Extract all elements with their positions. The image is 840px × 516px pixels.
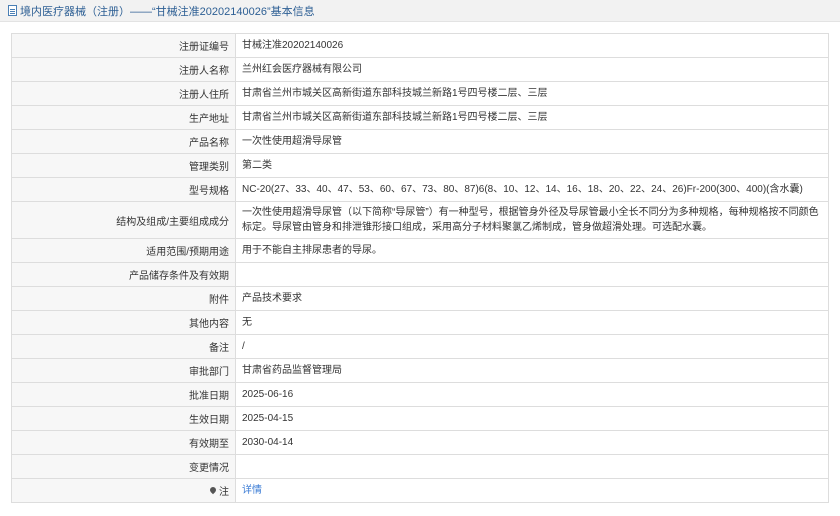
table-row-note: 注 详情 xyxy=(12,479,829,503)
table-row-registrant-address: 注册人住所 甘肃省兰州市城关区高新街道东部科技城兰新路1号四号楼二层、三层 xyxy=(12,82,829,106)
expiry-date-value: 2030-04-14 xyxy=(242,437,294,448)
row-value: 一次性使用超滑导尿管（以下简称“导尿管”）有一种型号，根据管身外径及导尿管最小全… xyxy=(236,202,829,238)
info-table: 注册证编号 甘械注准20202140026 注册人名称 兰州红会医疗器械有限公司… xyxy=(11,33,829,503)
row-label: 型号规格 xyxy=(12,178,236,201)
row-label: 产品储存条件及有效期 xyxy=(12,263,236,286)
table-row-approval-date: 批准日期 2025-06-16 xyxy=(12,383,829,407)
table-row-other-content: 其他内容 无 xyxy=(12,311,829,335)
row-label: 生效日期 xyxy=(12,407,236,430)
row-value: 甘械注准20202140026 xyxy=(236,34,829,57)
table-row-management-category: 管理类别 第二类 xyxy=(12,154,829,178)
row-label: 管理类别 xyxy=(12,154,236,177)
row-value: 兰州红会医疗器械有限公司 xyxy=(236,58,829,81)
row-label: 产品名称 xyxy=(12,130,236,153)
remarks-value: / xyxy=(242,341,245,352)
page-title: 境内医疗器械（注册）——“甘械注准20202140026”基本信息 xyxy=(20,5,315,18)
row-value: 详情 xyxy=(236,479,829,502)
document-icon xyxy=(8,5,17,16)
page-header: 境内医疗器械（注册）——“甘械注准20202140026”基本信息 xyxy=(0,0,840,22)
table-row-storage-validity: 产品储存条件及有效期 xyxy=(12,263,829,287)
registrant-address-value: 甘肃省兰州市城关区高新街道东部科技城兰新路1号四号楼二层、三层 xyxy=(242,88,548,99)
row-value: 甘肃省兰州市城关区高新街道东部科技城兰新路1号四号楼二层、三层 xyxy=(236,106,829,129)
row-label: 生产地址 xyxy=(12,106,236,129)
approval-date-value: 2025-06-16 xyxy=(242,389,294,400)
pin-icon xyxy=(208,485,218,494)
row-value: 无 xyxy=(236,311,829,334)
table-row-remarks: 备注 / xyxy=(12,335,829,359)
table-row-product-name: 产品名称 一次性使用超滑导尿管 xyxy=(12,130,829,154)
model-spec-value: NC-20(27、33、40、47、53、60、67、73、80、87)6(8、… xyxy=(242,184,803,195)
table-row-effective-date: 生效日期 2025-04-15 xyxy=(12,407,829,431)
row-label: 注 xyxy=(12,479,236,502)
row-label: 注册证编号 xyxy=(12,34,236,57)
table-row-structure-composition: 结构及组成/主要组成成分 一次性使用超滑导尿管（以下简称“导尿管”）有一种型号，… xyxy=(12,202,829,239)
row-label: 附件 xyxy=(12,287,236,310)
row-value: NC-20(27、33、40、47、53、60、67、73、80、87)6(8、… xyxy=(236,178,829,201)
table-row-registrant-name: 注册人名称 兰州红会医疗器械有限公司 xyxy=(12,58,829,82)
row-value: 甘肃省兰州市城关区高新街道东部科技城兰新路1号四号楼二层、三层 xyxy=(236,82,829,105)
row-label: 变更情况 xyxy=(12,455,236,478)
note-label: 注 xyxy=(219,487,229,498)
table-row-attachment: 附件 产品技术要求 xyxy=(12,287,829,311)
row-value: 2030-04-14 xyxy=(236,431,829,454)
row-value: 用于不能自主排尿患者的导尿。 xyxy=(236,239,829,262)
row-value: 甘肃省药品监督管理局 xyxy=(236,359,829,382)
row-value: 2025-04-15 xyxy=(236,407,829,430)
row-label: 注册人住所 xyxy=(12,82,236,105)
table-row-expiry-date: 有效期至 2030-04-14 xyxy=(12,431,829,455)
row-value: 一次性使用超滑导尿管 xyxy=(236,130,829,153)
row-value: 产品技术要求 xyxy=(236,287,829,310)
table-row-approval-department: 审批部门 甘肃省药品监督管理局 xyxy=(12,359,829,383)
table-row-intended-use: 适用范围/预期用途 用于不能自主排尿患者的导尿。 xyxy=(12,239,829,263)
table-row-model-spec: 型号规格 NC-20(27、33、40、47、53、60、67、73、80、87… xyxy=(12,178,829,202)
other-content-value: 无 xyxy=(242,317,252,328)
product-name-value: 一次性使用超滑导尿管 xyxy=(242,136,342,147)
row-value xyxy=(236,263,829,286)
intended-use-value: 用于不能自主排尿患者的导尿。 xyxy=(242,245,382,256)
row-value: 第二类 xyxy=(236,154,829,177)
effective-date-value: 2025-04-15 xyxy=(242,413,294,424)
structure-composition-value: 一次性使用超滑导尿管（以下简称“导尿管”）有一种型号，根据管身外径及导尿管最小全… xyxy=(242,207,819,233)
row-label: 适用范围/预期用途 xyxy=(12,239,236,262)
approval-department-value: 甘肃省药品监督管理局 xyxy=(242,365,342,376)
attachment-value: 产品技术要求 xyxy=(242,293,302,304)
row-value: / xyxy=(236,335,829,358)
registrant-name-value: 兰州红会医疗器械有限公司 xyxy=(242,64,362,75)
row-value: 2025-06-16 xyxy=(236,383,829,406)
registration-number-value: 甘械注准20202140026 xyxy=(242,40,344,51)
row-label: 备注 xyxy=(12,335,236,358)
row-label: 审批部门 xyxy=(12,359,236,382)
row-label: 结构及组成/主要组成成分 xyxy=(12,202,236,238)
row-value xyxy=(236,455,829,478)
row-label: 批准日期 xyxy=(12,383,236,406)
details-link[interactable]: 详情 xyxy=(242,483,262,498)
production-address-value: 甘肃省兰州市城关区高新街道东部科技城兰新路1号四号楼二层、三层 xyxy=(242,112,548,123)
table-row-registration-number: 注册证编号 甘械注准20202140026 xyxy=(12,34,829,58)
table-row-change-status: 变更情况 xyxy=(12,455,829,479)
table-row-production-address: 生产地址 甘肃省兰州市城关区高新街道东部科技城兰新路1号四号楼二层、三层 xyxy=(12,106,829,130)
row-label: 其他内容 xyxy=(12,311,236,334)
row-label: 注册人名称 xyxy=(12,58,236,81)
row-label: 有效期至 xyxy=(12,431,236,454)
management-category-value: 第二类 xyxy=(242,160,272,171)
